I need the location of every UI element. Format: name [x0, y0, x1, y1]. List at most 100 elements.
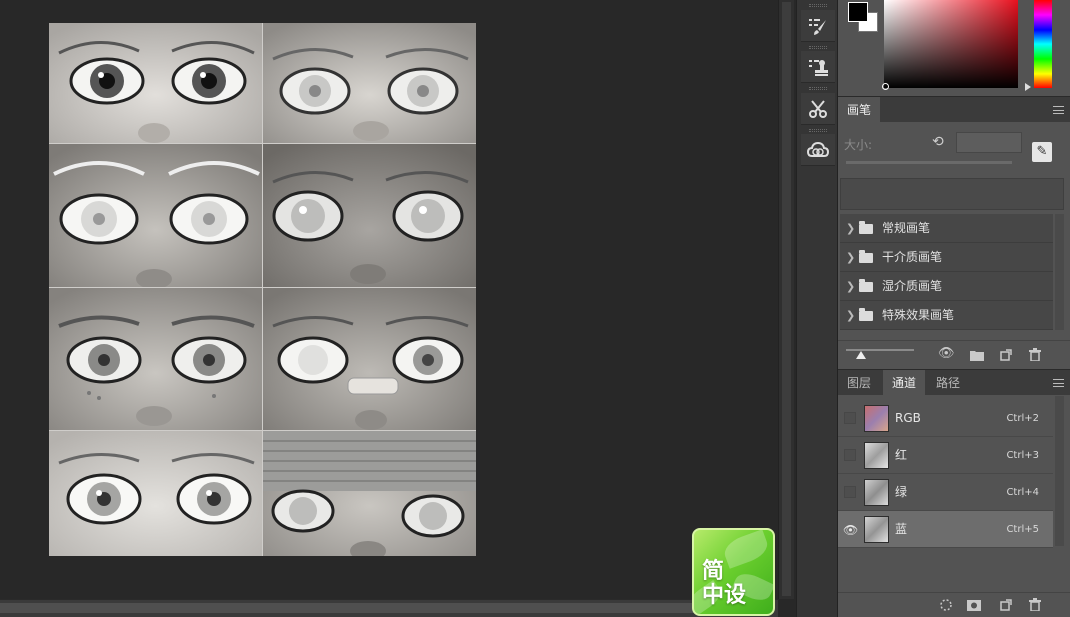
channel-row-rgb[interactable]: RGB Ctrl+2 — [838, 400, 1053, 437]
strip-grip[interactable] — [809, 87, 827, 90]
tab-layers[interactable]: 图层 — [838, 370, 880, 396]
chevron-right-icon[interactable]: ❯ — [846, 272, 855, 301]
saturation-brightness-field[interactable] — [884, 0, 1018, 88]
channel-visibility-toggle[interactable] — [844, 486, 856, 498]
brush-group-label: 湿介质画笔 — [882, 279, 943, 293]
new-brush-icon[interactable] — [1000, 349, 1012, 361]
color-panel — [838, 0, 1070, 96]
channel-thumbnail — [864, 516, 889, 543]
brush-settings-icon — [809, 18, 826, 35]
layers-panel-menu-icon[interactable] — [1053, 379, 1064, 387]
horizontal-scroll-thumb[interactable] — [0, 603, 760, 613]
image-tile — [263, 144, 476, 287]
brush-panel-header: 画笔 — [838, 96, 1070, 123]
brush-edit-icon[interactable]: ✎ — [1032, 142, 1052, 162]
delete-icon[interactable] — [1029, 348, 1041, 361]
brush-panel-menu-icon[interactable] — [1053, 106, 1064, 114]
strip-grip[interactable] — [809, 129, 827, 132]
doll-eyes-image — [49, 144, 262, 287]
image-tile — [49, 144, 262, 287]
brush-group-item[interactable]: ❯ 湿介质画笔 — [840, 272, 1053, 301]
channel-name: RGB — [895, 411, 921, 425]
brush-group-item[interactable]: ❯ 干介质画笔 — [840, 243, 1053, 272]
channel-thumbnail — [864, 479, 889, 506]
channels-scrollbar[interactable] — [1055, 396, 1064, 546]
vertical-scrollbar[interactable] — [778, 0, 794, 599]
watermark-line-2: 中设 — [702, 583, 747, 608]
hue-slider-arrow[interactable] — [1025, 83, 1031, 91]
brush-size-input[interactable] — [956, 132, 1022, 153]
tab-channels[interactable]: 通道 — [883, 370, 926, 396]
tab-paths[interactable]: 路径 — [927, 370, 969, 396]
channel-row-green[interactable]: 绿 Ctrl+4 — [838, 474, 1053, 511]
brush-list-scrollbar[interactable] — [1055, 214, 1064, 330]
layers-panel-header: 图层 通道 路径 — [838, 369, 1070, 396]
doll-eyes-image — [263, 23, 476, 143]
channel-thumbnail — [864, 405, 889, 432]
watermark-text: 简 中设 — [702, 560, 746, 608]
vertical-scroll-thumb[interactable] — [782, 2, 791, 596]
channel-name: 红 — [895, 448, 908, 462]
brush-group-item[interactable]: ❯ 常规画笔 — [840, 214, 1053, 243]
save-selection-icon[interactable] — [967, 600, 981, 611]
horizontal-scrollbar[interactable] — [0, 599, 778, 617]
strip-grip[interactable] — [809, 4, 827, 7]
libraries-button[interactable] — [801, 134, 835, 166]
image-tile — [49, 23, 262, 143]
brush-size-slider[interactable] — [846, 161, 1012, 164]
channel-shortcut: Ctrl+3 — [1006, 450, 1039, 461]
tab-brush[interactable]: 画笔 — [838, 97, 881, 123]
chevron-right-icon[interactable]: ❯ — [846, 214, 855, 243]
brush-panel: 大小: ⟲ ✎ ❯ 常规画笔 ❯ 干介质画笔 ❯ 湿介质画笔 ❯ 特殊效果画笔 — [838, 122, 1070, 340]
visibility-toggle-icon[interactable]: 👁 — [938, 347, 955, 361]
doll-eyes-image — [263, 144, 476, 287]
image-tile — [49, 431, 262, 556]
folder-icon — [859, 221, 873, 234]
canvas-area[interactable] — [0, 0, 778, 599]
channel-row-red[interactable]: 红 Ctrl+3 — [838, 437, 1053, 474]
brush-group-label: 常规画笔 — [882, 221, 931, 235]
new-channel-icon[interactable] — [1000, 599, 1012, 611]
eye-icon[interactable]: 👁 — [843, 523, 858, 537]
new-group-icon[interactable] — [970, 349, 984, 361]
hue-slider[interactable] — [1034, 0, 1052, 88]
brush-panel-footer: 👁 — [838, 340, 1070, 368]
photoshop-workspace: 简 中设 画笔 大小: ⟲ ✎ ❯ 常规画笔 ❯ 干介质画笔 ❯ 湿介质画笔 ❯… — [0, 0, 1070, 617]
image-tile — [263, 288, 476, 430]
clone-source-icon — [809, 59, 828, 76]
preview-size-thumb[interactable] — [856, 351, 866, 359]
doll-eyes-image — [263, 431, 476, 556]
channel-row-blue[interactable]: 👁 蓝 Ctrl+5 — [838, 511, 1053, 548]
brush-settings-button[interactable] — [801, 10, 835, 42]
document-canvas[interactable] — [49, 23, 476, 556]
clone-source-button[interactable] — [801, 51, 835, 83]
channel-shortcut: Ctrl+5 — [1006, 524, 1039, 535]
creative-cloud-libraries-icon — [807, 141, 829, 157]
chevron-right-icon[interactable]: ❯ — [846, 243, 855, 272]
strip-grip[interactable] — [809, 46, 827, 49]
channel-visibility-toggle[interactable] — [844, 412, 856, 424]
folder-icon — [859, 250, 873, 263]
channel-thumbnail — [864, 442, 889, 469]
folder-icon — [859, 308, 873, 321]
brush-stroke-preview — [840, 178, 1064, 210]
reset-size-icon[interactable]: ⟲ — [932, 134, 944, 150]
channel-name: 绿 — [895, 485, 908, 499]
watermark-logo: 简 中设 — [692, 528, 775, 616]
image-tile — [49, 288, 262, 430]
load-selection-icon[interactable] — [940, 599, 952, 611]
foreground-color-swatch[interactable] — [848, 2, 868, 22]
panel-icon-strip — [796, 0, 838, 617]
brush-size-label: 大小: — [844, 138, 873, 152]
brush-group-label: 特殊效果画笔 — [882, 308, 955, 322]
chevron-right-icon[interactable]: ❯ — [846, 301, 855, 330]
brush-group-item[interactable]: ❯ 特殊效果画笔 — [840, 301, 1053, 330]
tool-presets-button[interactable] — [801, 93, 835, 125]
brush-group-list: ❯ 常规画笔 ❯ 干介质画笔 ❯ 湿介质画笔 ❯ 特殊效果画笔 — [840, 214, 1053, 330]
color-picker-marker[interactable] — [882, 83, 889, 90]
channel-visibility-toggle[interactable] — [844, 449, 856, 461]
doll-eyes-image — [263, 288, 476, 430]
doll-eyes-image — [49, 431, 262, 556]
delete-channel-icon[interactable] — [1029, 598, 1041, 611]
image-tile — [263, 431, 476, 556]
